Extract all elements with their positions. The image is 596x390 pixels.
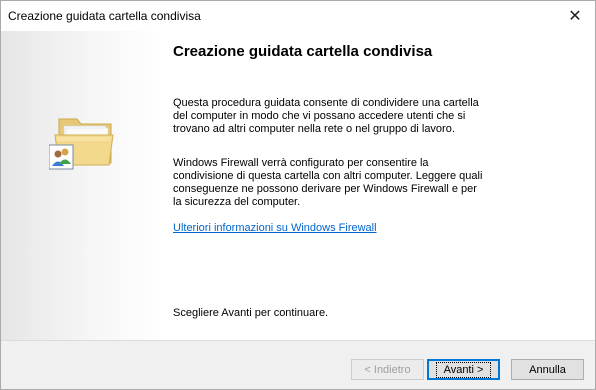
continue-instruction: Scegliere Avanti per continuare. [173,307,329,319]
title-bar: Creazione guidata cartella condivisa ✕ [1,1,595,31]
next-button[interactable]: Avanti > [427,359,500,380]
firewall-info-link[interactable]: Ulteriori informazioni su Windows Firewa… [173,222,377,234]
close-icon: ✕ [568,8,582,25]
firewall-paragraph: Windows Firewall verrà configurato per c… [173,157,483,208]
page-title: Creazione guidata cartella condivisa [173,43,433,60]
back-button[interactable]: < Indietro [351,359,424,380]
cancel-button[interactable]: Annulla [511,359,584,380]
wizard-sidebar [1,31,164,340]
window-title: Creazione guidata cartella condivisa [8,9,201,23]
intro-paragraph: Questa procedura guidata consente di con… [173,97,479,135]
close-button[interactable]: ✕ [555,1,595,31]
next-button-label: Avanti > [435,361,492,378]
wizard-content: Creazione guidata cartella condivisa Que… [173,31,583,340]
shared-folder-icon [48,113,119,173]
button-bar: < Indietro Avanti > Annulla [1,341,595,389]
wizard-window: Creazione guidata cartella condivisa ✕ C… [0,0,596,390]
